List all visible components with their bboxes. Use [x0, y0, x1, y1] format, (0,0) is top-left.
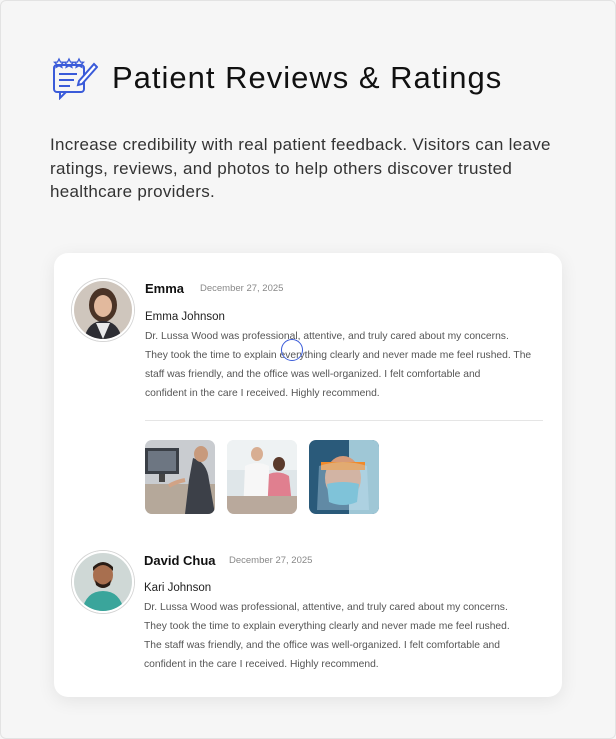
review-stars-icon: [52, 57, 98, 100]
computer-desk-photo[interactable]: [145, 440, 215, 514]
review-author: Kari Johnson: [144, 582, 212, 594]
review-line: The staff was friendly, and the office w…: [144, 640, 501, 651]
review-text: Dr. Lussa Wood was professional, attenti…: [144, 598, 554, 674]
avatar: [72, 279, 134, 341]
review-line: They took the time to explain everything…: [144, 621, 510, 632]
intro-text: Increase credibility with real patient f…: [50, 135, 551, 201]
review-line: confident in the care I received. Highly…: [145, 388, 380, 399]
review-date: December 27, 2025: [229, 555, 313, 566]
reviews-card: Emma December 27, 2025 Emma Johnson Dr. …: [54, 253, 562, 697]
review-line: Dr. Lussa Wood was professional, attenti…: [144, 602, 508, 613]
reviewer-name: Emma: [145, 281, 185, 296]
reviewer-name: David Chua: [144, 553, 216, 568]
divider: [145, 420, 543, 421]
review-line: staff was friendly, and the office was w…: [145, 369, 481, 380]
review-text: Dr. Lussa Wood was professional, attenti…: [145, 327, 555, 403]
review-photos: [145, 440, 379, 514]
page-title: Patient Reviews & Ratings: [112, 60, 503, 95]
review-line: They took the time to explain everything…: [145, 350, 532, 361]
doctor-patient-photo[interactable]: [227, 440, 297, 514]
face-shield-photo[interactable]: [309, 440, 379, 514]
review-line: Dr. Lussa Wood was professional, attenti…: [145, 331, 509, 342]
section-header: Patient Reviews & Ratings: [50, 56, 502, 100]
review-date: December 27, 2025: [200, 283, 284, 294]
review-author: Emma Johnson: [145, 311, 225, 323]
cursor-indicator: [281, 339, 303, 361]
avatar: [72, 551, 134, 613]
review-line: confident in the care I received. Highly…: [144, 659, 379, 670]
